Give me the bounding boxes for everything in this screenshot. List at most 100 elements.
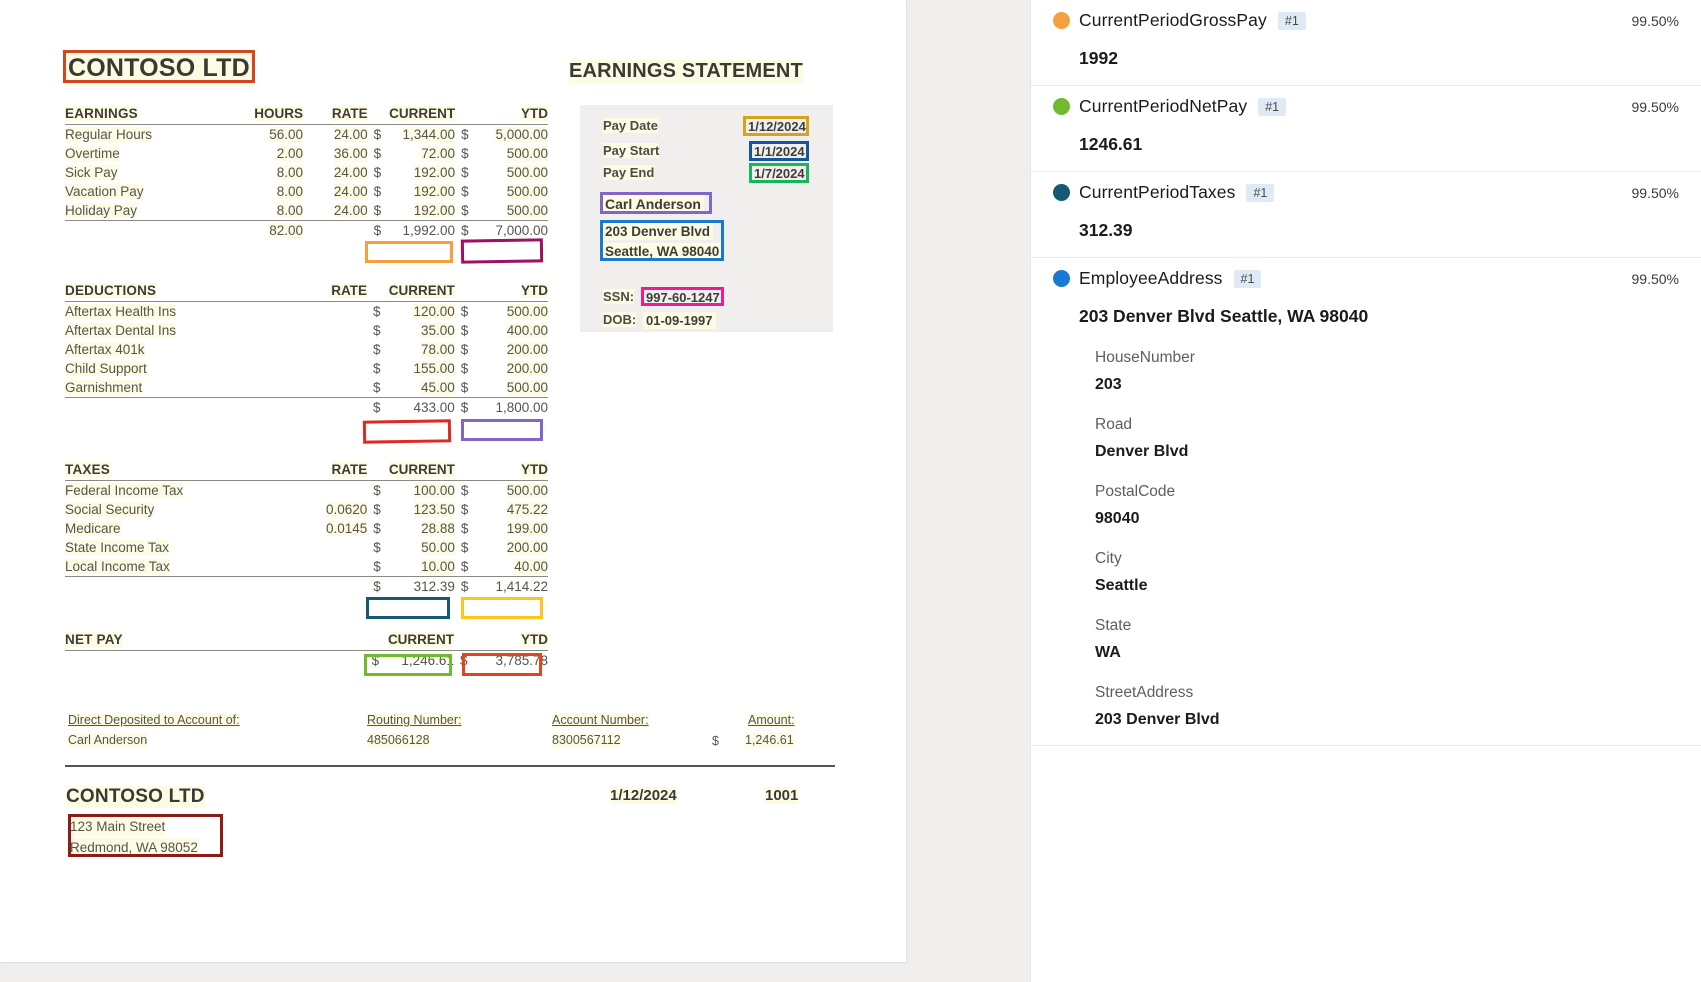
currency-symbol: $ (460, 304, 469, 319)
subfield-label: Road (1095, 416, 1133, 433)
taxes-header-row: TAXES RATE CURRENT YTD (65, 462, 548, 481)
col-rate: RATE (331, 462, 368, 477)
currency-symbol: $ (373, 203, 382, 218)
field-value[interactable]: 203 Denver Blvd Seattle, WA 98040 (1079, 306, 1679, 327)
field-header: CurrentPeriodGrossPay #1 99.50% (1053, 10, 1679, 31)
col-current: CURRENT (387, 632, 454, 647)
row-label: Social Security (65, 502, 155, 517)
subfield-value[interactable]: Seattle (1095, 577, 1679, 595)
field-CurrentPeriodGrossPay[interactable]: CurrentPeriodGrossPay #1 99.50% 1992 (1031, 0, 1701, 86)
table-row: Sick Pay 8.00 24.00 $ 192.00 $ 500.00 (65, 163, 548, 182)
currency-symbol: $ (373, 361, 381, 376)
col-ytd: YTD (521, 283, 548, 298)
field-CurrentPeriodNetPay[interactable]: CurrentPeriodNetPay #1 99.50% 1246.61 (1031, 86, 1701, 172)
field-label: EmployeeAddress (1079, 268, 1223, 288)
row-current: 10.00 (421, 559, 455, 574)
netpay-header-row: NET PAY CURRENT YTD (65, 632, 548, 651)
table-row: Local Income Tax $ 10.00 $ 40.00 (65, 557, 548, 577)
annotation-box-deduct-current[interactable] (362, 419, 452, 444)
total-current: 312.39 (413, 579, 455, 594)
pay-end-value: 1/7/2024 (754, 166, 805, 181)
row-label: Local Income Tax (65, 559, 170, 574)
earnings-table: EARNINGS HOURS RATE CURRENT YTD Regular … (65, 106, 548, 240)
row-label: State Income Tax (65, 540, 170, 555)
col-current: CURRENT (389, 106, 456, 121)
field-value[interactable]: 1992 (1079, 48, 1679, 69)
subfield-State[interactable]: State WA (1095, 617, 1679, 662)
subfield-StreetAddress[interactable]: StreetAddress 203 Denver Blvd (1095, 684, 1679, 729)
field-value[interactable]: 312.39 (1079, 220, 1679, 241)
row-label: Aftertax Health Ins (65, 304, 177, 319)
row-current: 72.00 (421, 146, 456, 161)
col-hours: HOURS (254, 106, 303, 121)
pay-date-value: 1/12/2024 (748, 119, 806, 134)
currency-symbol: $ (373, 540, 381, 555)
pay-start-value: 1/1/2024 (754, 144, 805, 159)
row-rate: 0.0145 (326, 521, 368, 536)
row-current: 1,344.00 (402, 127, 456, 142)
ssn-value: 997-60-1247 (646, 290, 720, 305)
col-ytd: YTD (521, 462, 548, 477)
row-hours: 56.00 (269, 127, 303, 142)
footer-address-line1: 123 Main Street (70, 817, 166, 836)
row-ytd: 5,000.00 (495, 127, 548, 142)
currency-symbol: $ (461, 127, 469, 142)
row-label: Overtime (65, 146, 120, 161)
subfield-Road[interactable]: Road Denver Blvd (1095, 416, 1679, 461)
annotation-box-deduct-ytd[interactable] (461, 419, 543, 441)
subfield-label: HouseNumber (1095, 349, 1195, 366)
subfield-PostalCode[interactable]: PostalCode 98040 (1095, 483, 1679, 528)
deductions-total-row: $ 433.00 $ 1,800.00 (65, 397, 548, 417)
row-rate: 24.00 (333, 203, 368, 218)
field-confidence: 99.50% (1631, 270, 1679, 287)
row-rate: 0.0620 (326, 502, 368, 517)
subfield-City[interactable]: City Seattle (1095, 550, 1679, 595)
field-header: CurrentPeriodNetPay #1 99.50% (1053, 96, 1679, 117)
statement-title: EARNINGS STATEMENT (569, 60, 803, 83)
deductions-header-row: DEDUCTIONS RATE CURRENT YTD (65, 283, 548, 302)
row-ytd: 500.00 (506, 146, 548, 161)
annotation-box-gross-current[interactable] (365, 241, 453, 263)
annotation-box-gross-ytd[interactable] (460, 238, 544, 264)
table-row: Aftertax Dental Ins $ 35.00 $ 400.00 (65, 321, 548, 340)
field-value[interactable]: 1246.61 (1079, 134, 1679, 155)
subfield-value[interactable]: 203 Denver Blvd (1095, 711, 1679, 729)
annotation-box-taxes-current[interactable] (366, 597, 450, 619)
col-rate: RATE (331, 106, 368, 121)
annotation-box-taxes-ytd[interactable] (461, 597, 543, 619)
col-ytd: YTD (521, 632, 548, 647)
currency-symbol: $ (454, 397, 469, 417)
currency-symbol: $ (460, 521, 469, 536)
account-number-label: Account Number: (552, 713, 649, 727)
row-rate: 24.00 (333, 127, 368, 142)
row-current: 50.00 (421, 540, 455, 555)
table-row: State Income Tax $ 50.00 $ 200.00 (65, 538, 548, 557)
row-label: Aftertax Dental Ins (65, 323, 177, 338)
row-rate: 36.00 (333, 146, 368, 161)
netpay-table: NET PAY CURRENT YTD $ 1,246.61 $ 3,785.7… (65, 632, 548, 670)
field-header: CurrentPeriodTaxes #1 99.50% (1053, 182, 1679, 203)
row-current: 192.00 (413, 184, 456, 199)
field-index-badge: #1 (1277, 11, 1306, 30)
subfield-value[interactable]: WA (1095, 644, 1679, 662)
extraction-results-panel[interactable]: CurrentPeriodGrossPay #1 99.50% 1992 Cur… (1030, 0, 1701, 982)
total-current: 433.00 (413, 400, 455, 415)
total-current: 1,992.00 (402, 223, 456, 238)
document-viewer[interactable]: CONTOSO LTD EARNINGS STATEMENT EARNINGS … (0, 0, 1030, 982)
table-row: Social Security 0.0620 $ 123.50 $ 475.22 (65, 500, 548, 519)
amount-value: 1,246.61 (745, 733, 794, 747)
currency-symbol: $ (461, 165, 469, 180)
subfield-value[interactable]: 98040 (1095, 510, 1679, 528)
currency-symbol: $ (367, 220, 382, 240)
field-EmployeeAddress[interactable]: EmployeeAddress #1 99.50% 203 Denver Blv… (1031, 258, 1701, 746)
subfield-value[interactable]: Denver Blvd (1095, 443, 1679, 461)
currency-symbol: $ (373, 146, 382, 161)
subfield-HouseNumber[interactable]: HouseNumber 203 (1095, 349, 1679, 394)
field-CurrentPeriodTaxes[interactable]: CurrentPeriodTaxes #1 99.50% 312.39 (1031, 172, 1701, 258)
earnings-total-row: 82.00 $ 1,992.00 $ 7,000.00 (65, 220, 548, 240)
col-ytd: YTD (521, 106, 548, 121)
total-ytd: 1,414.22 (495, 579, 548, 594)
footer-date: 1/12/2024 (610, 787, 677, 804)
subfield-value[interactable]: 203 (1095, 376, 1679, 394)
currency-symbol: $ (373, 127, 382, 142)
